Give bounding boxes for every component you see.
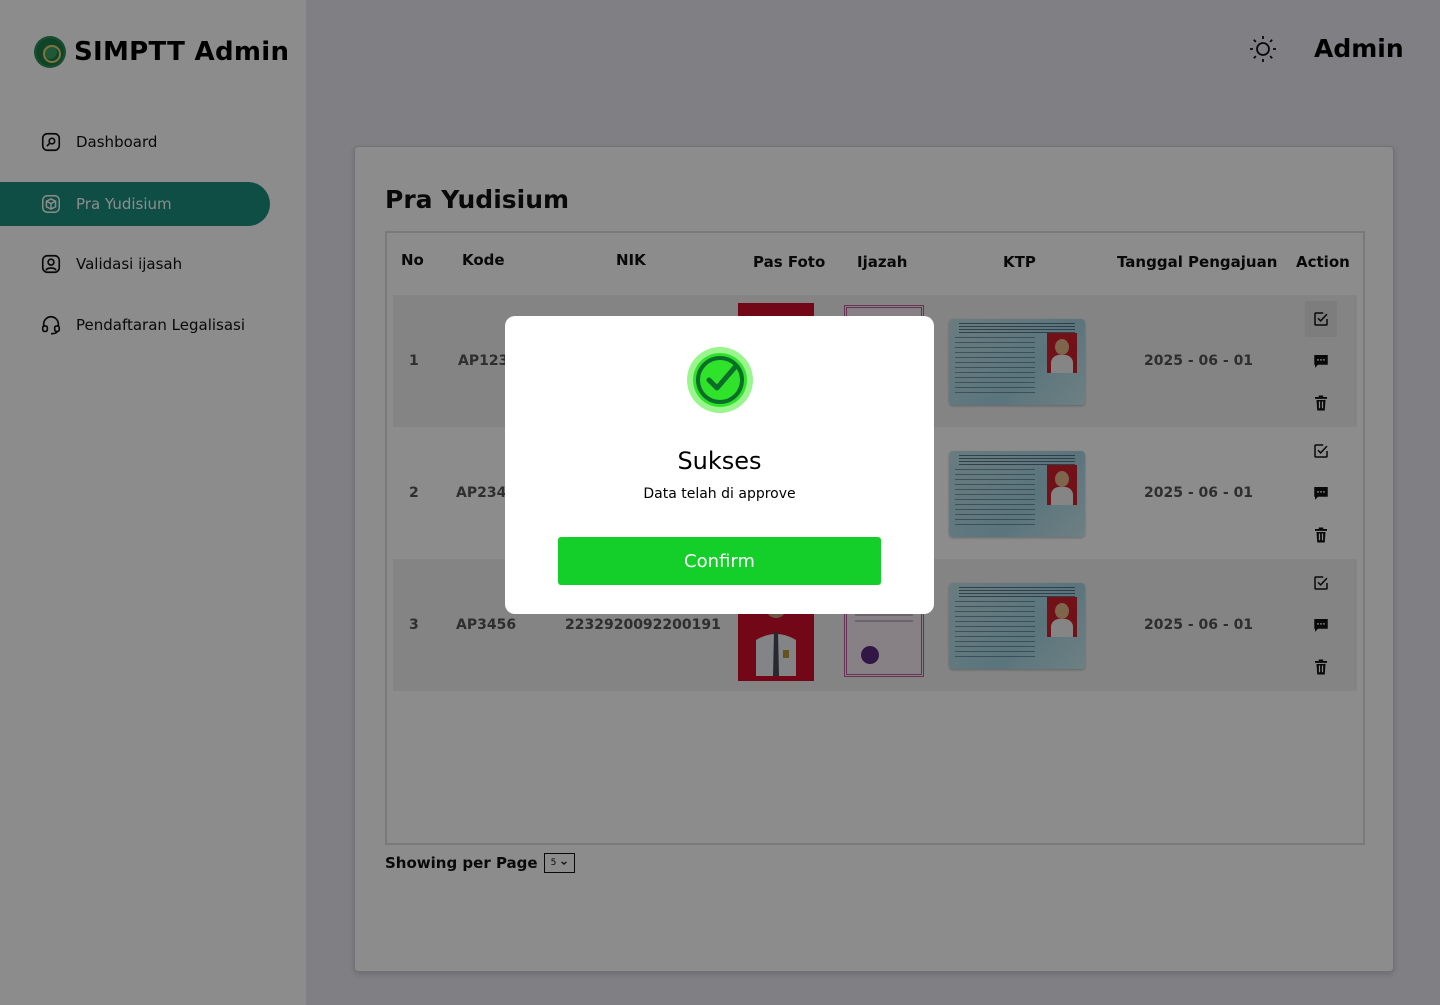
modal-message: Data telah di approve <box>643 486 796 502</box>
success-modal: Sukses Data telah di approve Confirm <box>505 316 934 614</box>
modal-title: Sukses <box>677 447 762 475</box>
confirm-button[interactable]: Confirm <box>558 537 881 585</box>
success-check-icon <box>687 347 753 413</box>
